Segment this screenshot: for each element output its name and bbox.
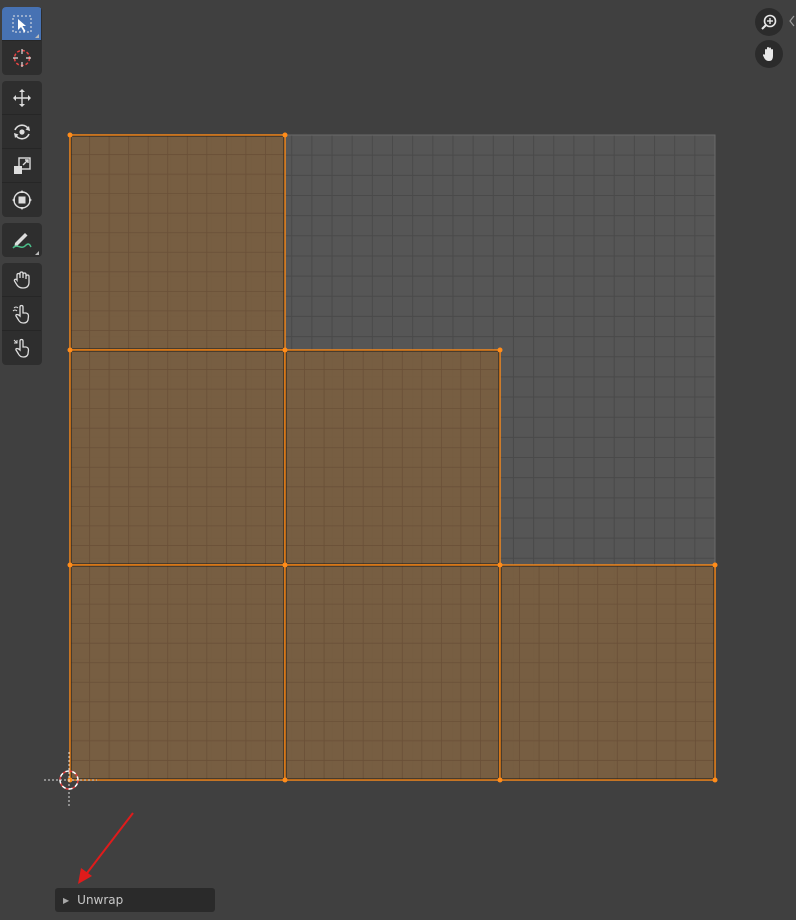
uv-vertex <box>497 562 503 568</box>
rotate-tool[interactable] <box>2 115 41 149</box>
tool-variants-indicator <box>35 34 39 38</box>
rotate-icon <box>13 123 30 140</box>
uv-canvas[interactable] <box>0 0 796 920</box>
uv-face <box>70 135 285 350</box>
transform-icon <box>11 190 32 210</box>
hand-pan-icon <box>762 47 773 61</box>
annotate-tool[interactable] <box>2 223 41 257</box>
uv-vertex <box>712 777 718 783</box>
uv-vertex <box>282 777 288 783</box>
uv-vertex <box>712 562 718 568</box>
pinch-tool[interactable] <box>2 331 41 365</box>
scale-tool[interactable] <box>2 149 41 183</box>
operator-panel-unwrap[interactable]: ▶ Unwrap <box>55 888 215 912</box>
select-box-tool[interactable] <box>2 7 41 41</box>
sidebar-toggle-icon[interactable] <box>788 14 796 28</box>
uv-vertex <box>497 777 503 783</box>
grab-icon <box>13 270 30 289</box>
uv-vertex <box>67 562 73 568</box>
uv-vertex <box>497 347 503 353</box>
uv-face <box>70 350 285 565</box>
uv-vertex <box>282 347 288 353</box>
select-box-icon <box>12 15 31 32</box>
uv-vertex <box>67 347 73 353</box>
pinch-icon <box>13 338 29 358</box>
uv-vertex <box>282 562 288 568</box>
uv-vertex <box>282 132 288 138</box>
zoom-view-button[interactable] <box>755 8 783 36</box>
move-icon <box>12 88 31 107</box>
relax-tool[interactable] <box>2 297 41 331</box>
annotate-icon <box>11 233 32 249</box>
zoom-icon <box>761 14 777 30</box>
uv-face <box>285 350 500 565</box>
grab-tool[interactable] <box>2 263 41 297</box>
uv-vertex <box>67 132 73 138</box>
move-tool[interactable] <box>2 81 41 115</box>
relax-icon <box>12 304 29 324</box>
uv-face <box>285 565 500 780</box>
uv-face <box>500 565 715 780</box>
pan-view-button[interactable] <box>755 40 783 68</box>
tool-group-transform <box>2 81 42 217</box>
uv-face <box>70 565 285 780</box>
cursor-tool[interactable] <box>2 41 41 75</box>
tool-group-select <box>2 7 42 75</box>
operator-panel-label: Unwrap <box>77 893 124 907</box>
annotation-arrow <box>78 812 134 884</box>
expand-arrow-icon[interactable]: ▶ <box>63 896 69 905</box>
tool-variants-indicator <box>35 251 39 255</box>
transform-tool[interactable] <box>2 183 41 217</box>
toolbar <box>2 7 42 371</box>
scale-icon <box>13 156 31 174</box>
uv-editor-viewport[interactable]: ▶ Unwrap <box>0 0 796 920</box>
tool-group-sculpt <box>2 263 42 365</box>
cursor-icon <box>12 49 31 67</box>
tool-group-annotate <box>2 223 42 257</box>
